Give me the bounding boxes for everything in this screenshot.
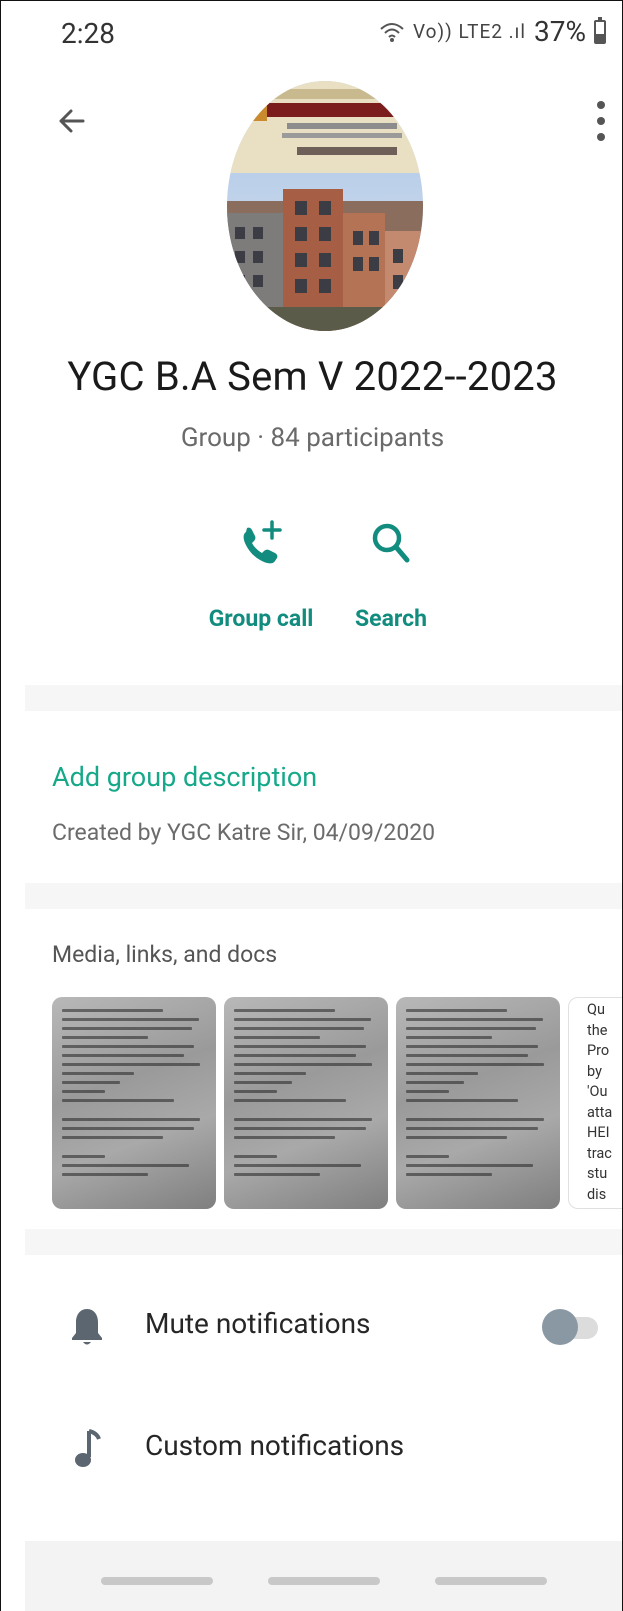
- media-thumbnail-row: Qu the Pro by 'Ou atta HEI trac stu dis: [52, 997, 622, 1209]
- media-thumbnail[interactable]: [224, 997, 388, 1209]
- status-time: 2:28: [61, 17, 115, 50]
- media-thumbnail[interactable]: [52, 997, 216, 1209]
- group-header-card: YGC B.A Sem V 2022--2023 Group · 84 part…: [25, 59, 622, 685]
- wifi-icon: [380, 22, 404, 42]
- group-info-screen: 2:28 Vo)) LTE2 .ıl 37% YGC B.A Sem V 202…: [0, 0, 623, 1611]
- group-call-button[interactable]: Group call: [201, 511, 321, 632]
- link-preview-text: Qu the Pro by 'Ou atta HEI trac stu dis: [587, 1001, 613, 1203]
- mute-notifications-row[interactable]: Mute notifications: [25, 1277, 622, 1387]
- search-button[interactable]: Search: [341, 511, 441, 632]
- group-call-label: Group call: [208, 605, 314, 632]
- group-description-card: Add group description Created by YGC Kat…: [25, 711, 622, 883]
- nav-recents-button[interactable]: [101, 1577, 213, 1585]
- status-bar: 2:28 Vo)) LTE2 .ıl 37%: [25, 1, 622, 59]
- notification-settings-card: Mute notifications Custom notifications: [25, 1255, 622, 1545]
- group-info-content: 2:28 Vo)) LTE2 .ıl 37% YGC B.A Sem V 202…: [25, 1, 622, 1611]
- nav-back-button[interactable]: [435, 1577, 547, 1585]
- created-by-text: Created by YGC Katre Sir, 04/09/2020: [52, 819, 436, 846]
- mute-notifications-label: Mute notifications: [145, 1307, 371, 1340]
- nav-home-button[interactable]: [268, 1577, 380, 1585]
- group-participants-count: Group · 84 participants: [180, 423, 445, 453]
- back-arrow-icon[interactable]: [53, 101, 93, 141]
- group-name: YGC B.A Sem V 2022--2023: [67, 353, 558, 400]
- network-indicator: Vo)) LTE2 .ıl: [413, 20, 527, 43]
- link-preview-card[interactable]: Qu the Pro by 'Ou atta HEI trac stu dis: [568, 997, 622, 1209]
- custom-notifications-label: Custom notifications: [145, 1429, 405, 1462]
- battery-percent: 37%: [534, 15, 586, 48]
- mute-notifications-toggle[interactable]: [542, 1307, 598, 1347]
- system-navigation-bar: [25, 1541, 622, 1611]
- add-group-description-link[interactable]: Add group description: [52, 761, 317, 793]
- status-indicators: Vo)) LTE2 .ıl 37%: [379, 15, 606, 48]
- media-links-docs-card: Media, links, and docs Qu the Pro by 'Ou…: [25, 909, 622, 1229]
- custom-notifications-row[interactable]: Custom notifications: [25, 1399, 622, 1509]
- search-label: Search: [355, 605, 427, 632]
- search-icon: [372, 523, 410, 563]
- battery-icon: [594, 16, 606, 44]
- group-call-icon: [243, 520, 282, 564]
- more-options-icon[interactable]: [590, 97, 612, 145]
- group-avatar-image: [227, 81, 423, 331]
- screen-frame-edge: [1, 1, 25, 1611]
- bell-icon: [72, 1309, 102, 1345]
- group-avatar[interactable]: [227, 81, 423, 331]
- music-note-icon: [75, 1429, 101, 1467]
- media-section-title[interactable]: Media, links, and docs: [52, 941, 277, 968]
- media-thumbnail[interactable]: [396, 997, 560, 1209]
